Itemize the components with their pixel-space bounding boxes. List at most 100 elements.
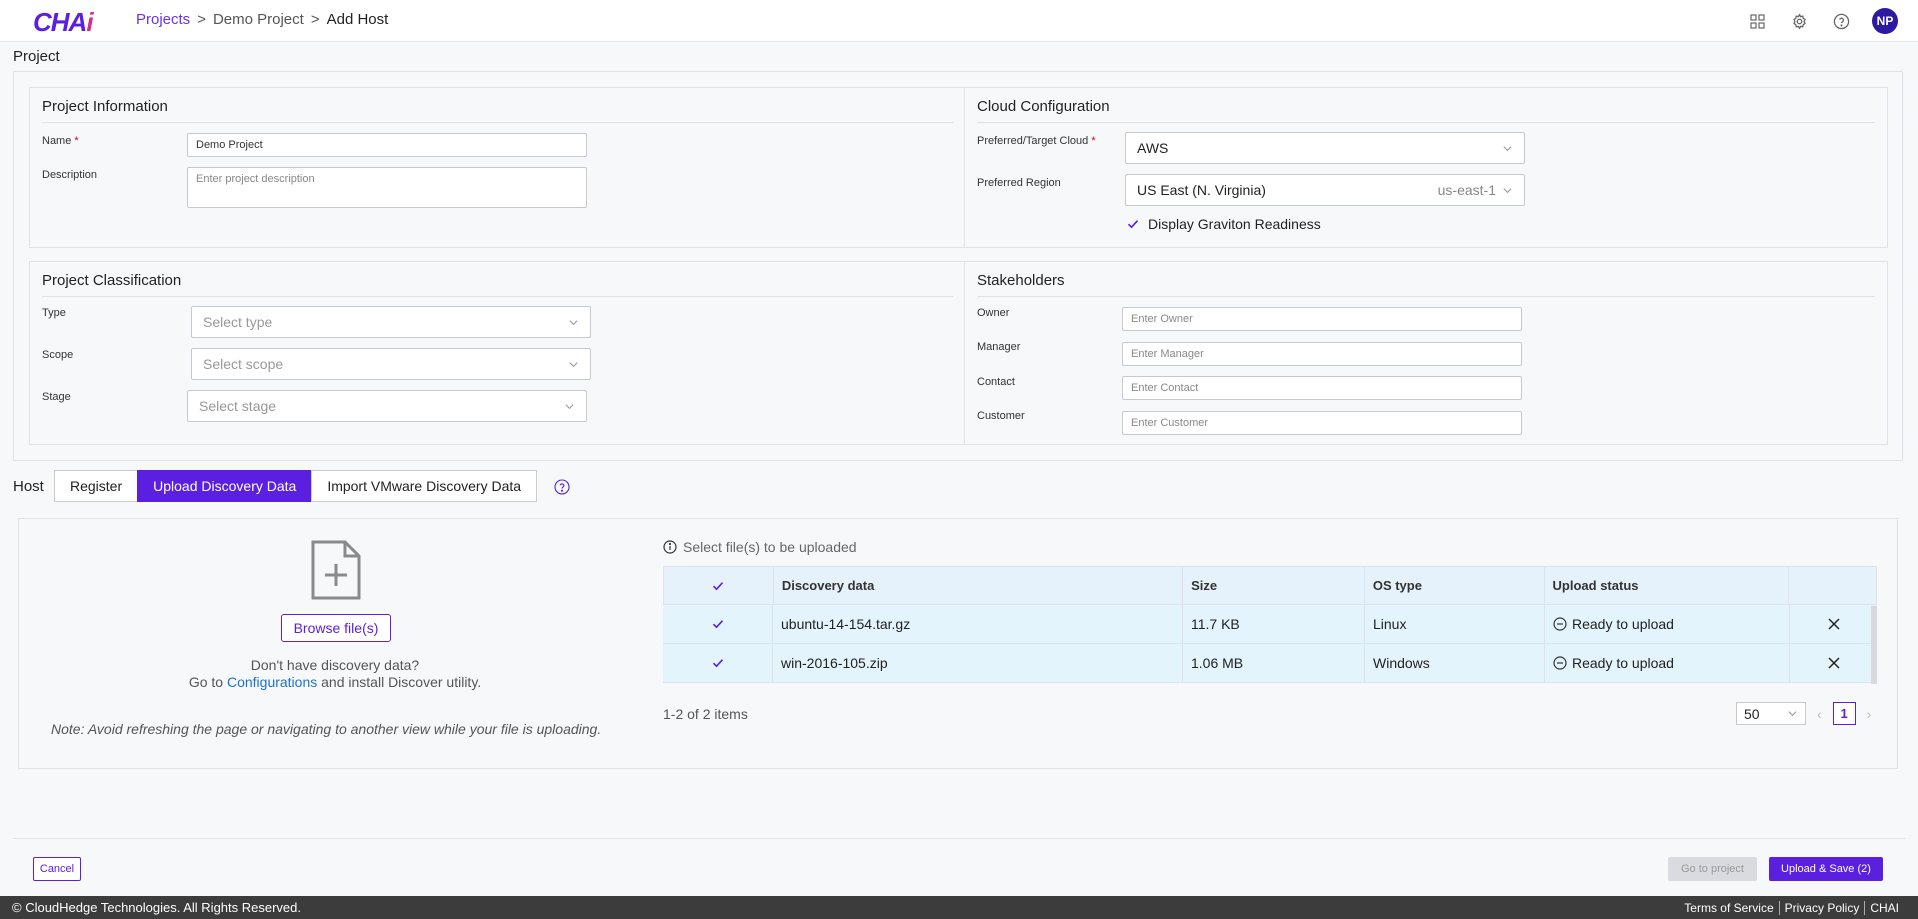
target-cloud-label: Preferred/Target Cloud * (977, 135, 1096, 147)
card-title: Cloud Configuration (977, 98, 1110, 115)
select-all-checkbox[interactable] (664, 567, 774, 604)
table-scrollbar[interactable] (1871, 606, 1877, 684)
action-bar: Cancel Go to project Upload & Save (2) (13, 838, 1905, 896)
card-title: Project Classification (42, 272, 182, 289)
owner-label: Owner (977, 307, 1010, 319)
chevron-down-icon (1788, 711, 1797, 717)
gear-icon[interactable] (1788, 10, 1811, 33)
file-size: 1.06 MB (1183, 644, 1365, 682)
items-count: 1-2 of 2 items (663, 706, 748, 722)
os-type: Linux (1365, 605, 1545, 643)
stage-select[interactable]: Select stage (187, 390, 587, 422)
page-size-select[interactable]: 50 (1736, 702, 1806, 725)
description-label: Description (42, 169, 98, 181)
customer-label: Customer (977, 410, 1025, 422)
host-label: Host (13, 478, 44, 495)
manager-label: Manager (977, 341, 1021, 353)
privacy-policy-link[interactable]: Privacy Policy (1778, 901, 1865, 915)
chai-link[interactable]: CHAI (1864, 901, 1904, 915)
manager-input[interactable]: Enter Manager (1122, 342, 1522, 366)
graviton-label: Display Graviton Readiness (1148, 216, 1321, 232)
region-value: US East (N. Virginia) (1137, 182, 1266, 198)
project-name-input[interactable]: Demo Project (187, 133, 587, 157)
preferred-region-select[interactable]: US East (N. Virginia) us-east-1 (1125, 174, 1525, 206)
select-files-hint: Select file(s) to be uploaded (663, 539, 857, 555)
stage-placeholder: Select stage (199, 398, 277, 414)
table-header: Discovery data Size OS type Upload statu… (663, 566, 1877, 605)
apps-grid-icon[interactable] (1746, 10, 1769, 33)
chevron-down-icon (569, 319, 578, 325)
chevron-down-icon (569, 361, 578, 367)
page-number[interactable]: 1 (1832, 702, 1856, 725)
chevron-down-icon (1503, 145, 1512, 151)
breadcrumb-projects-link[interactable]: Projects (136, 11, 190, 28)
page-title: Project (13, 48, 60, 65)
graviton-readiness-checkbox[interactable]: Display Graviton Readiness (1127, 216, 1321, 232)
footer-links: Terms of Service Privacy Policy CHAI (1679, 901, 1904, 915)
next-page-icon[interactable]: › (1867, 706, 1872, 722)
minus-circle-icon (1553, 617, 1567, 631)
target-cloud-select[interactable]: AWS (1125, 132, 1525, 164)
page-size-value: 50 (1744, 705, 1760, 722)
tab-register[interactable]: Register (54, 470, 139, 502)
copyright: © CloudHedge Technologies. All Rights Re… (12, 900, 302, 915)
upload-save-button[interactable]: Upload & Save (2) (1769, 857, 1883, 881)
no-data-text: Don't have discovery data? (250, 657, 420, 673)
divider (977, 296, 1875, 297)
close-icon (1827, 618, 1840, 630)
upload-discovery-panel: Browse file(s) Don't have discovery data… (18, 518, 1898, 769)
table-row[interactable]: ubuntu-14-154.tar.gz 11.7 KB Linux Ready… (663, 605, 1877, 644)
scope-label: Scope (42, 349, 74, 361)
file-name: win-2016-105.zip (773, 644, 1183, 682)
chevron-down-icon (565, 403, 574, 409)
col-os-type[interactable]: OS type (1365, 567, 1545, 604)
preferred-region-label: Preferred Region (977, 177, 1061, 189)
file-size: 11.7 KB (1183, 605, 1365, 643)
help-icon[interactable] (1830, 10, 1853, 33)
terms-of-service-link[interactable]: Terms of Service (1679, 901, 1778, 915)
customer-input[interactable]: Enter Customer (1122, 411, 1522, 435)
user-avatar[interactable]: NP (1872, 8, 1898, 34)
chevron-down-icon (1503, 187, 1512, 193)
remove-file-button[interactable] (1790, 644, 1877, 682)
col-size[interactable]: Size (1183, 567, 1365, 604)
chai-logo[interactable]: CHAi (33, 7, 94, 38)
tab-import-vmware-discovery-data[interactable]: Import VMware Discovery Data (311, 470, 538, 502)
divider (42, 122, 953, 123)
cancel-button[interactable]: Cancel (33, 857, 81, 881)
prev-page-icon[interactable]: ‹ (1817, 706, 1822, 722)
row-checkbox[interactable] (663, 605, 773, 643)
row-checkbox[interactable] (663, 644, 773, 682)
contact-label: Contact (977, 376, 1015, 388)
divider (977, 122, 1875, 123)
footer: © CloudHedge Technologies. All Rights Re… (0, 896, 1918, 919)
breadcrumb-separator: > (310, 11, 320, 28)
description-textarea[interactable]: Enter project description (187, 167, 587, 208)
host-tabs: Register Upload Discovery Data Import VM… (54, 470, 538, 502)
col-discovery-data[interactable]: Discovery data (774, 567, 1184, 604)
type-select[interactable]: Select type (191, 306, 591, 338)
region-code: us-east-1 (1437, 182, 1496, 198)
cloud-configuration-card: Cloud Configuration Preferred/Target Clo… (964, 87, 1888, 248)
browse-files-button[interactable]: Browse file(s) (281, 614, 391, 642)
check-icon (712, 659, 723, 668)
contact-input[interactable]: Enter Contact (1122, 376, 1522, 400)
go-to-project-button[interactable]: Go to project (1668, 857, 1757, 881)
project-information-card: Project Information Name * Demo Project … (29, 87, 966, 248)
breadcrumb-project[interactable]: Demo Project (213, 11, 304, 28)
remove-file-button[interactable] (1790, 605, 1877, 643)
scope-select[interactable]: Select scope (191, 348, 591, 380)
col-upload-status[interactable]: Upload status (1545, 567, 1790, 604)
divider (42, 296, 953, 297)
configurations-link[interactable]: Configurations (227, 674, 317, 690)
type-label: Type (42, 307, 66, 319)
check-icon (1127, 220, 1139, 229)
question-circle-icon[interactable] (554, 479, 570, 495)
configurations-hint: Go to Configurations and install Discove… (188, 674, 482, 690)
upload-status: Ready to upload (1545, 644, 1790, 682)
owner-input[interactable]: Enter Owner (1122, 307, 1522, 331)
table-row[interactable]: win-2016-105.zip 1.06 MB Windows Ready t… (663, 644, 1877, 683)
check-icon (712, 620, 723, 629)
tab-upload-discovery-data[interactable]: Upload Discovery Data (137, 470, 313, 502)
file-name: ubuntu-14-154.tar.gz (773, 605, 1183, 643)
